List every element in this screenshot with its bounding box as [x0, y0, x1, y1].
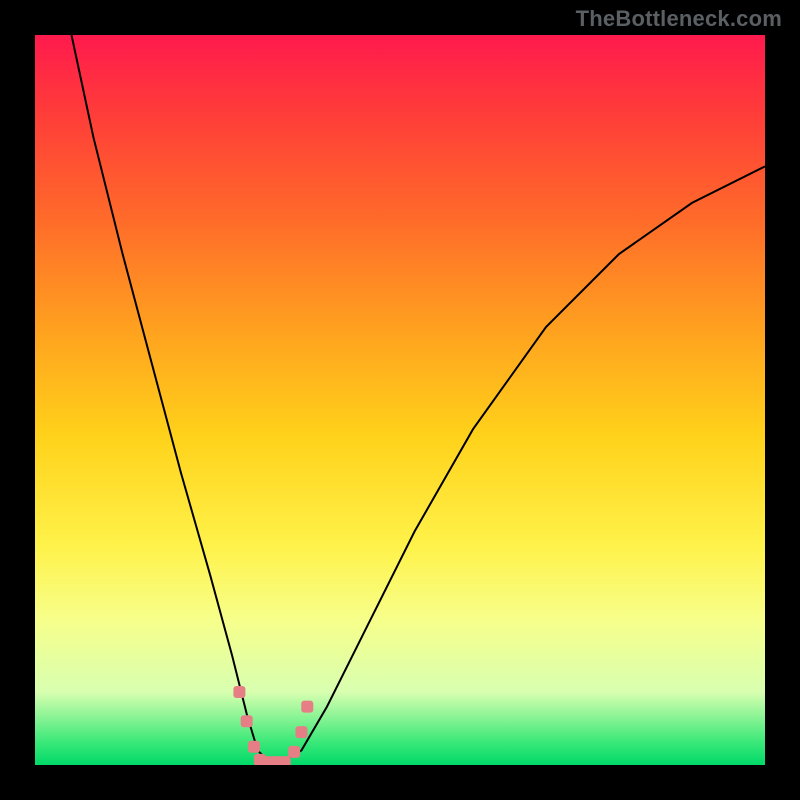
marker-dot [295, 726, 307, 738]
marker-dot [241, 715, 253, 727]
marker-dot [248, 741, 260, 753]
marker-dot [288, 746, 300, 758]
watermark-text: TheBottleneck.com [576, 6, 782, 32]
plot-area [35, 35, 765, 765]
chart-frame: TheBottleneck.com [0, 0, 800, 800]
marker-dot [279, 756, 291, 765]
marker-dot [233, 686, 245, 698]
chart-svg [35, 35, 765, 765]
marker-dot [301, 701, 313, 713]
curve-line [72, 35, 766, 761]
near-zero-markers [233, 686, 313, 765]
